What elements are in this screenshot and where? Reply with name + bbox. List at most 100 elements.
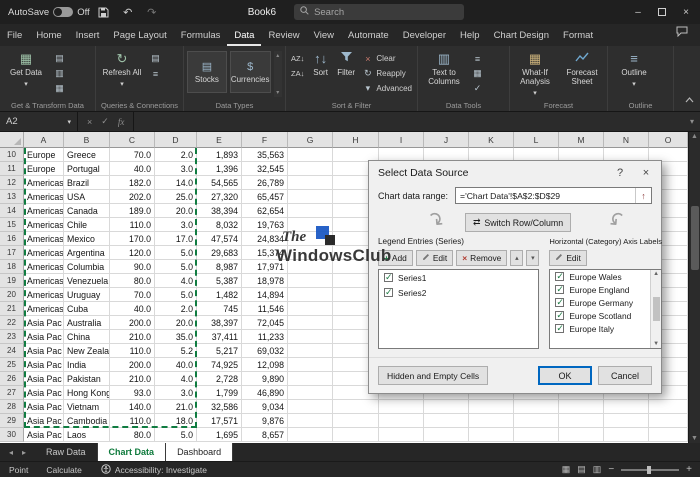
cancel-button[interactable]: Cancel: [598, 366, 652, 385]
ribbon-tab[interactable]: Review: [261, 26, 306, 46]
column-header[interactable]: M: [559, 132, 604, 148]
cell[interactable]: [559, 428, 604, 442]
close-icon[interactable]: ×: [633, 167, 659, 179]
undo-icon[interactable]: ↶: [118, 6, 138, 19]
cell[interactable]: 37,411: [197, 330, 242, 344]
scroll-down-icon[interactable]: ▾: [276, 89, 279, 96]
cell[interactable]: 21.0: [155, 400, 197, 414]
cell[interactable]: Venezuela: [64, 274, 110, 288]
ok-button[interactable]: OK: [538, 366, 592, 385]
remove-series-button[interactable]: × Remove: [456, 250, 507, 266]
cell[interactable]: Vietnam: [64, 400, 110, 414]
datatype-gallery-scrollbar[interactable]: ▴ ▾: [274, 51, 283, 97]
sort-za-button[interactable]: ZA↓: [289, 67, 306, 80]
cell[interactable]: 93.0: [110, 386, 155, 400]
ribbon-tab[interactable]: Help: [453, 26, 487, 46]
category-list-item[interactable]: Europe Wales: [550, 270, 661, 283]
cell[interactable]: 35.0: [155, 330, 197, 344]
row-header[interactable]: 27: [0, 386, 24, 400]
sheet-tab[interactable]: Dashboard: [166, 443, 233, 461]
cell[interactable]: 3.0: [155, 386, 197, 400]
get-data-button[interactable]: ▦ Get Data: [3, 49, 49, 97]
cell[interactable]: 18,978: [242, 274, 288, 288]
row-header[interactable]: 30: [0, 428, 24, 442]
cell[interactable]: 2.0: [155, 302, 197, 316]
cell[interactable]: Canada: [64, 204, 110, 218]
tab-scroll-right-icon[interactable]: ▸: [22, 448, 26, 457]
cell[interactable]: Americas: [24, 274, 64, 288]
row-header[interactable]: 23: [0, 330, 24, 344]
column-header[interactable]: D: [155, 132, 197, 148]
cell[interactable]: [649, 400, 688, 414]
column-header[interactable]: F: [242, 132, 288, 148]
cell[interactable]: 40.0: [110, 302, 155, 316]
cell[interactable]: 8,032: [197, 218, 242, 232]
cell[interactable]: [333, 414, 379, 428]
cell[interactable]: Columbia: [64, 260, 110, 274]
cell[interactable]: 70.0: [110, 288, 155, 302]
cell[interactable]: [424, 400, 469, 414]
stocks-datatype-button[interactable]: ▤ Stocks: [187, 51, 227, 93]
cell[interactable]: [288, 176, 333, 190]
cell[interactable]: 3.0: [155, 218, 197, 232]
cell[interactable]: [288, 148, 333, 162]
from-text-button[interactable]: ▤: [52, 52, 67, 65]
redo-icon[interactable]: ↷: [142, 6, 162, 19]
cell[interactable]: 2.0: [155, 148, 197, 162]
cell[interactable]: [469, 414, 514, 428]
row-header[interactable]: 26: [0, 372, 24, 386]
row-header[interactable]: 16: [0, 232, 24, 246]
cell[interactable]: Asia Pac: [24, 400, 64, 414]
cell[interactable]: [604, 400, 649, 414]
cell[interactable]: Asia Pac: [24, 316, 64, 330]
cell[interactable]: [333, 428, 379, 442]
cell[interactable]: [514, 428, 559, 442]
cell[interactable]: USA: [64, 190, 110, 204]
name-box[interactable]: A2: [0, 112, 78, 131]
cell[interactable]: Laos: [64, 428, 110, 442]
row-header[interactable]: 22: [0, 316, 24, 330]
restore-icon[interactable]: [650, 1, 674, 23]
cell[interactable]: 140.0: [110, 400, 155, 414]
cell[interactable]: 38,394: [197, 204, 242, 218]
cell[interactable]: Americas: [24, 260, 64, 274]
checkbox-checked-icon[interactable]: [555, 285, 564, 294]
chart-data-range-input[interactable]: ='Chart Data'!$A$2:$D$29 ↑: [455, 187, 652, 204]
cell[interactable]: [379, 414, 424, 428]
cell[interactable]: 14,894: [242, 288, 288, 302]
cell[interactable]: 110.0: [110, 218, 155, 232]
row-header[interactable]: 17: [0, 246, 24, 260]
cell[interactable]: 32,545: [242, 162, 288, 176]
scroll-down-icon[interactable]: ▼: [653, 341, 659, 347]
cell[interactable]: 120.0: [110, 246, 155, 260]
column-header[interactable]: A: [24, 132, 64, 148]
cell[interactable]: [333, 400, 379, 414]
cell[interactable]: 8,987: [197, 260, 242, 274]
cell[interactable]: 70.0: [110, 148, 155, 162]
insert-function-icon[interactable]: fx: [118, 117, 125, 127]
cell[interactable]: China: [64, 330, 110, 344]
save-icon[interactable]: [94, 7, 114, 18]
scrollbar-thumb[interactable]: [691, 206, 699, 270]
advanced-button[interactable]: ▾Advanced: [360, 82, 414, 95]
scroll-up-icon[interactable]: ▲: [653, 271, 659, 277]
collapse-dialog-icon[interactable]: ↑: [635, 188, 651, 203]
row-header[interactable]: 29: [0, 414, 24, 428]
cell[interactable]: [288, 414, 333, 428]
row-header[interactable]: 19: [0, 274, 24, 288]
confirm-entry-icon[interactable]: ✓: [101, 116, 109, 127]
minimize-icon[interactable]: –: [626, 1, 650, 23]
cell[interactable]: [514, 414, 559, 428]
cell[interactable]: 1,893: [197, 148, 242, 162]
cell[interactable]: [379, 400, 424, 414]
column-header[interactable]: C: [110, 132, 155, 148]
cell[interactable]: Asia Pac: [24, 344, 64, 358]
cell[interactable]: 2,728: [197, 372, 242, 386]
cell[interactable]: 745: [197, 302, 242, 316]
cell[interactable]: [288, 386, 333, 400]
cell[interactable]: Asia Pac: [24, 358, 64, 372]
cell[interactable]: Uruguay: [64, 288, 110, 302]
cell[interactable]: 72,045: [242, 316, 288, 330]
cell[interactable]: 65,457: [242, 190, 288, 204]
row-header[interactable]: 14: [0, 204, 24, 218]
